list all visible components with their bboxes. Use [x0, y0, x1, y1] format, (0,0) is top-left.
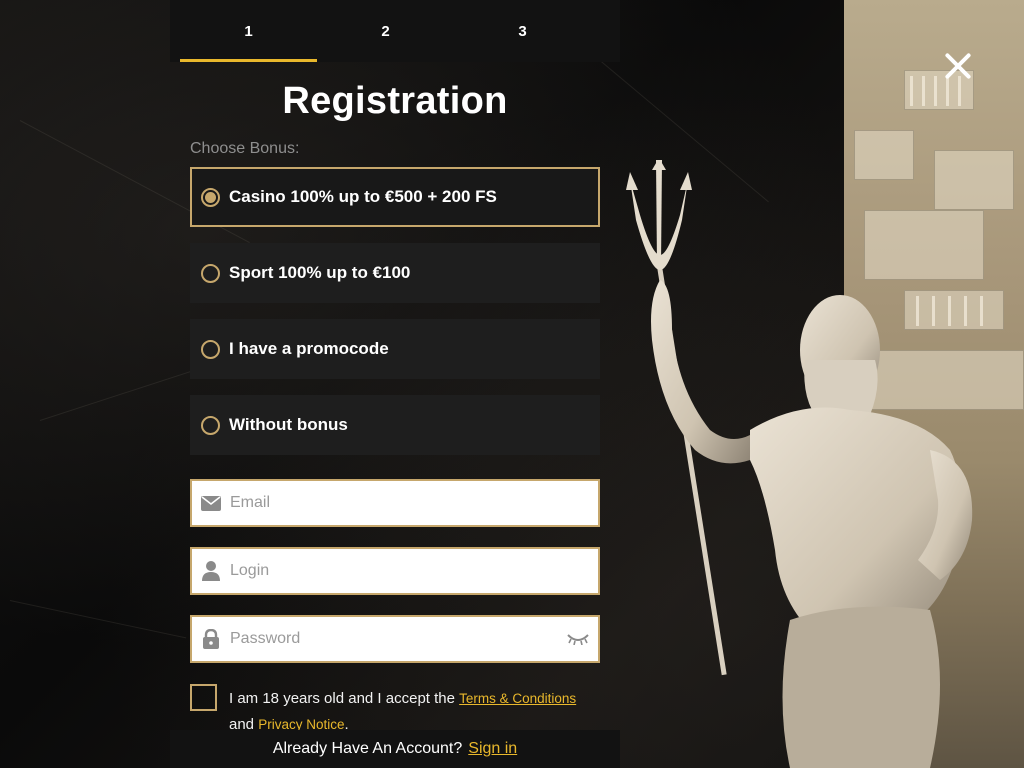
radio-icon[interactable]: [201, 339, 220, 359]
eye-closed-icon[interactable]: [558, 633, 598, 645]
login-field-wrapper: [190, 547, 600, 595]
step-tab-2[interactable]: 2: [317, 0, 454, 62]
close-icon[interactable]: [938, 46, 978, 86]
lock-icon: [192, 629, 230, 649]
bonus-option-label: Sport 100% up to €100: [229, 263, 411, 282]
poseidon-statue-image: [626, 160, 973, 768]
radio-icon[interactable]: [201, 415, 220, 435]
signin-prompt: Already Have An Account?: [272, 740, 463, 757]
bonus-option-casino[interactable]: Casino 100% up to €500 + 200 FS: [190, 167, 600, 227]
signin-footer: Already Have An Account? Sign in: [170, 730, 620, 768]
bonus-option-label: I have a promocode: [229, 339, 389, 358]
email-field-wrapper: [190, 479, 600, 527]
email-input[interactable]: [230, 481, 598, 525]
registration-steps: 1 2 3: [170, 0, 620, 62]
signin-link[interactable]: Sign in: [468, 740, 517, 758]
bonus-option-label: Casino 100% up to €500 + 200 FS: [229, 187, 497, 206]
step-tab-3[interactable]: 3: [454, 0, 591, 62]
registration-modal: 1 2 3 Registration Choose Bonus: Casino …: [0, 0, 1024, 768]
bonus-option-sport[interactable]: Sport 100% up to €100: [190, 243, 600, 303]
terms-link[interactable]: Terms & Conditions: [459, 691, 576, 706]
radio-icon[interactable]: [201, 263, 220, 283]
radio-selected-icon[interactable]: [201, 187, 220, 207]
page-title: Registration: [282, 80, 508, 122]
password-input[interactable]: [230, 617, 558, 661]
terms-checkbox[interactable]: [190, 684, 217, 711]
terms-text-before: I am 18 years old and I accept the: [229, 690, 460, 707]
marble-texture: [9, 600, 187, 639]
login-input[interactable]: [230, 549, 598, 593]
choose-bonus-label: Choose Bonus:: [190, 140, 300, 157]
bonus-option-promocode[interactable]: I have a promocode: [190, 319, 600, 379]
envelope-icon: [192, 495, 230, 511]
step-tab-1[interactable]: 1: [180, 0, 317, 62]
bonus-option-none[interactable]: Without bonus: [190, 395, 600, 455]
password-field-wrapper: [190, 615, 600, 663]
bonus-option-label: Without bonus: [229, 415, 348, 434]
user-icon: [192, 561, 230, 581]
